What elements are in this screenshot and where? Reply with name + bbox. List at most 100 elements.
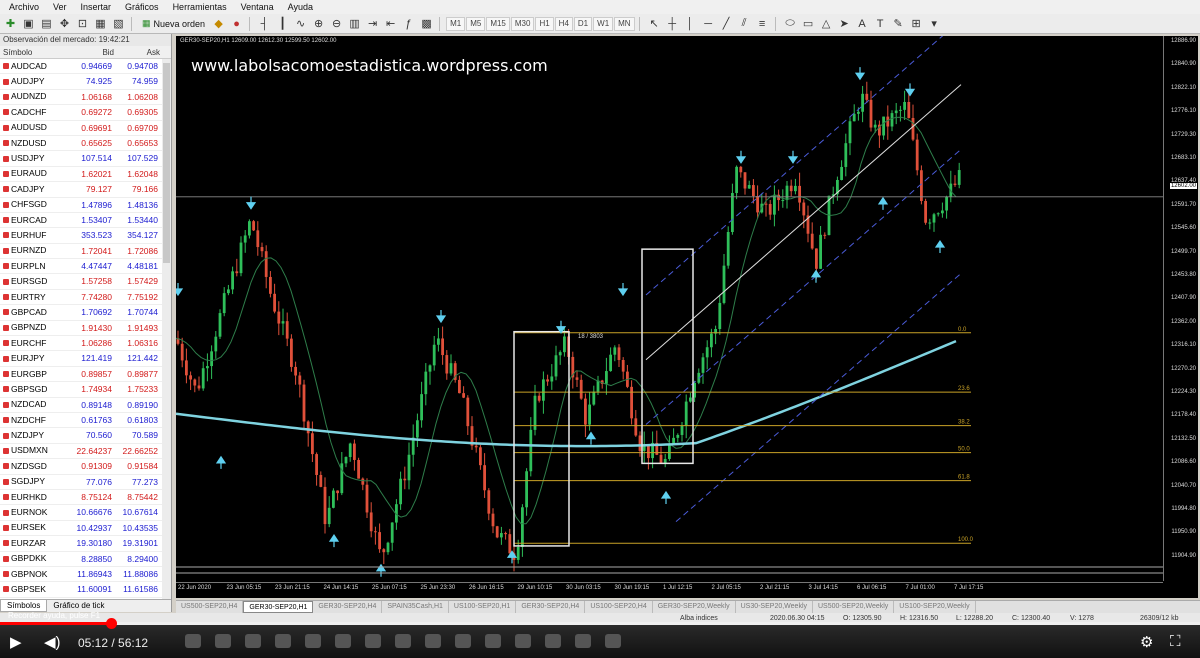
fibonacci-icon[interactable]: ≡: [754, 16, 771, 32]
menu-item-1[interactable]: Ver: [46, 2, 74, 12]
zoom-in-icon[interactable]: ⊕: [310, 16, 327, 32]
crosshair-icon[interactable]: ┼: [664, 16, 681, 32]
chrome-icon[interactable]: [245, 634, 261, 648]
market-watch-row[interactable]: EURGBP 0.89857 0.89877: [0, 367, 171, 383]
price-chart[interactable]: 0.0 23.6 38.2 50.0 61.8 100.0 18 / 3803: [176, 36, 1163, 581]
market-watch-row[interactable]: EURSEK 10.42937 10.43535: [0, 521, 171, 537]
chart-window[interactable]: 0.0 23.6 38.2 50.0 61.8 100.0 18 / 3803 GER30-…: [176, 36, 1198, 598]
timeframe-m15-button[interactable]: M15: [486, 16, 510, 31]
cursor-icon[interactable]: ↖: [646, 16, 663, 32]
new-order-button[interactable]: ▦ Nueva orden: [138, 18, 209, 29]
trendline-icon[interactable]: ╱: [718, 16, 735, 32]
market-watch-row[interactable]: NZDCAD 0.89148 0.89190: [0, 398, 171, 413]
chart-tab[interactable]: GER30-SEP20,H4: [313, 601, 383, 613]
terminal-icon[interactable]: ▦: [92, 16, 109, 32]
col-ask[interactable]: Ask: [114, 46, 160, 58]
timeframe-m5-button[interactable]: M5: [466, 16, 486, 31]
market-watch-row[interactable]: CADJPY 79.127 79.166: [0, 182, 171, 198]
tile-windows-icon[interactable]: ▥: [346, 16, 363, 32]
pencil-icon[interactable]: ✎: [890, 16, 907, 32]
app-icon[interactable]: [575, 634, 591, 648]
app-icon[interactable]: [305, 634, 321, 648]
market-watch-row[interactable]: EURZAR 19.30180 19.31901: [0, 536, 171, 552]
settings-icon[interactable]: ⚙: [1140, 633, 1153, 651]
market-watch-row[interactable]: GBPNZD 1.91430 1.91493: [0, 321, 171, 337]
chart-tab[interactable]: GER30-SEP20,H1: [243, 601, 314, 613]
market-watch-row[interactable]: EURNOK 10.66676 10.67614: [0, 505, 171, 521]
market-watch-row[interactable]: EURTRY 7.74280 7.75192: [0, 290, 171, 306]
menu-item-5[interactable]: Ventana: [234, 2, 281, 12]
label-icon[interactable]: T: [872, 16, 889, 32]
market-watch-icon[interactable]: ▤: [38, 16, 55, 32]
new-chart-icon[interactable]: ✚: [2, 16, 19, 32]
rectangle-icon[interactable]: ▭: [800, 16, 817, 32]
office-icon[interactable]: [215, 634, 231, 648]
market-watch-row[interactable]: AUDUSD 0.69691 0.69709: [0, 121, 171, 136]
chart-tab[interactable]: US30-SEP20,Weekly: [736, 601, 813, 613]
chart-tab[interactable]: US100-SEP20,H1: [449, 601, 517, 613]
app-icon[interactable]: [515, 634, 531, 648]
text-icon[interactable]: A: [854, 16, 871, 32]
timeframe-w1-button[interactable]: W1: [593, 16, 614, 31]
market-watch-row[interactable]: CHFSGD 1.47896 1.48136: [0, 198, 171, 213]
market-watch-row[interactable]: GBPNOK 11.86943 11.88086: [0, 567, 171, 583]
app-icon[interactable]: [455, 634, 471, 648]
app-icon[interactable]: [335, 634, 351, 648]
menu-item-2[interactable]: Insertar: [74, 2, 119, 12]
market-watch-row[interactable]: GBPCAD 1.70692 1.70744: [0, 305, 171, 321]
market-watch-row[interactable]: USDMXN 22.64237 22.66252: [0, 444, 171, 460]
chart-tab[interactable]: US100-SEP20,Weekly: [894, 601, 976, 613]
navigator-icon[interactable]: ✥: [56, 16, 73, 32]
market-watch-row[interactable]: NZDSGD 0.91309 0.91584: [0, 459, 171, 475]
market-watch-row[interactable]: EURNZD 1.72041 1.72086: [0, 244, 171, 260]
strategy-tester-icon[interactable]: ▧: [110, 16, 127, 32]
timeframe-h1-button[interactable]: H1: [535, 16, 554, 31]
time-axis[interactable]: 22 Jun 2020 23 Jun 05:15 23 Jun 21:15 24 Ju…: [176, 582, 1163, 598]
mt4-icon[interactable]: [395, 634, 411, 648]
app-icon[interactable]: [545, 634, 561, 648]
menu-item-0[interactable]: Archivo: [2, 2, 46, 12]
market-watch-row[interactable]: EURHUF 353.523 354.127: [0, 228, 171, 244]
grid-icon[interactable]: ⊞: [908, 16, 925, 32]
progress-handle[interactable]: [106, 618, 117, 629]
ellipse-icon[interactable]: ⬭: [782, 16, 799, 32]
market-watch-row[interactable]: GBPSGD 1.74934 1.75233: [0, 382, 171, 398]
chart-tab[interactable]: US500-SEP20,Weekly: [813, 601, 895, 613]
expert-advisors-icon[interactable]: ◆: [210, 16, 227, 32]
menu-item-4[interactable]: Herramientas: [166, 2, 234, 12]
market-watch-row[interactable]: EURHKD 8.75124 8.75442: [0, 490, 171, 506]
price-axis[interactable]: 12886.90 12840.90 12822.10 12776.10 12729.30…: [1163, 36, 1198, 581]
app-icon[interactable]: [365, 634, 381, 648]
market-watch-row[interactable]: NZDJPY 70.560 70.589: [0, 428, 171, 444]
chart-tab[interactable]: GER30-SEP20,Weekly: [653, 601, 736, 613]
video-progress-bar[interactable]: [0, 618, 1200, 629]
market-watch-row[interactable]: CADCHF 0.69272 0.69305: [0, 105, 171, 121]
fullscreen-icon[interactable]: ⛶: [1170, 633, 1181, 650]
market-watch-row[interactable]: GBPSEK 11.60091 11.61586: [0, 582, 171, 598]
arrow-icon[interactable]: ➤: [836, 16, 853, 32]
profiles-icon[interactable]: ▣: [20, 16, 37, 32]
autoscroll-icon[interactable]: ⇥: [364, 16, 381, 32]
indicators-icon[interactable]: ƒ: [400, 16, 417, 32]
folder-icon[interactable]: [185, 634, 201, 648]
chart-tab[interactable]: GER30-SEP20,H4: [516, 601, 586, 613]
market-watch-row[interactable]: EURPLN 4.47447 4.48181: [0, 259, 171, 275]
market-watch-row[interactable]: EURSGD 1.57258 1.57429: [0, 274, 171, 290]
col-symbol[interactable]: Símbolo: [0, 46, 68, 58]
app-icon[interactable]: [485, 634, 501, 648]
candlestick-icon[interactable]: ┃: [274, 16, 291, 32]
app-icon[interactable]: [425, 634, 441, 648]
timeframe-h4-button[interactable]: H4: [554, 16, 573, 31]
market-watch-row[interactable]: NZDCHF 0.61763 0.61803: [0, 413, 171, 429]
chart-tab[interactable]: US500-SEP20,H4: [176, 601, 244, 613]
templates-icon[interactable]: ▩: [418, 16, 435, 32]
scrollbar-thumb[interactable]: [163, 63, 170, 263]
zoom-out-icon[interactable]: ⊖: [328, 16, 345, 32]
market-watch-row[interactable]: AUDCAD 0.94669 0.94708: [0, 59, 171, 75]
menu-item-6[interactable]: Ayuda: [281, 2, 320, 12]
market-watch-scrollbar[interactable]: [162, 59, 171, 604]
app-icon[interactable]: [605, 634, 621, 648]
play-icon[interactable]: ▶: [10, 633, 22, 651]
chart-shift-icon[interactable]: ⇤: [382, 16, 399, 32]
timeframe-d1-button[interactable]: D1: [573, 16, 593, 31]
